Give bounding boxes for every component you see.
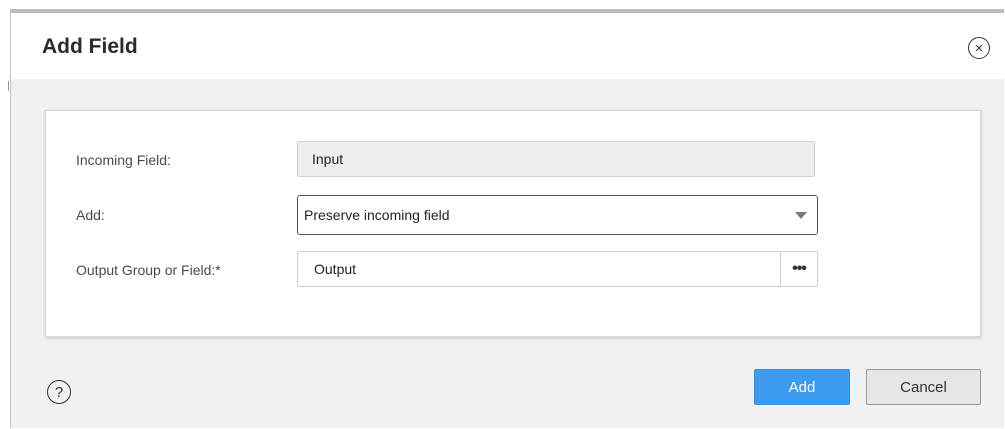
incoming-field-value: Input bbox=[297, 141, 815, 177]
close-icon[interactable]: × bbox=[968, 37, 990, 59]
dialog-title: Add Field bbox=[42, 35, 138, 58]
add-select[interactable]: Preserve incoming field bbox=[297, 195, 818, 235]
required-asterisk: * bbox=[215, 262, 221, 278]
form-panel: Incoming Field: Input Add: Preserve inco… bbox=[45, 110, 981, 337]
add-button[interactable]: Add bbox=[754, 369, 850, 405]
chevron-down-icon[interactable] bbox=[795, 212, 807, 219]
help-icon[interactable]: ? bbox=[47, 380, 71, 404]
more-options-button[interactable]: ••• bbox=[780, 252, 817, 286]
output-group-value: Output bbox=[314, 261, 357, 277]
output-group-label-text: Output Group or Field: bbox=[76, 262, 216, 278]
output-group-field[interactable]: Output ••• bbox=[297, 251, 818, 287]
output-group-label: Output Group or Field:* bbox=[76, 262, 221, 278]
resize-handle bbox=[8, 81, 12, 91]
add-field-dialog: Add Field × Incoming Field: Input Add: P… bbox=[8, 9, 1004, 428]
dialog-header: Add Field × bbox=[11, 13, 1004, 79]
cancel-button[interactable]: Cancel bbox=[866, 369, 981, 405]
add-label: Add: bbox=[76, 207, 105, 223]
incoming-field-text: Input bbox=[312, 151, 344, 167]
add-select-value: Preserve incoming field bbox=[304, 207, 450, 223]
incoming-field-label: Incoming Field: bbox=[76, 152, 171, 168]
